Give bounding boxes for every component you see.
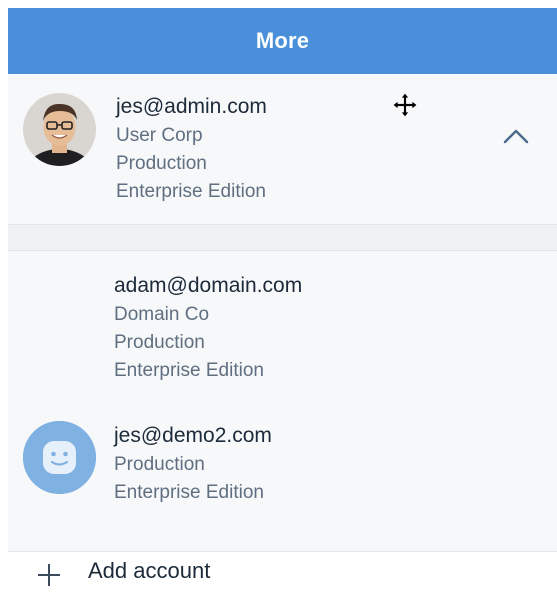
account-edition: Enterprise Edition <box>114 482 264 503</box>
avatar <box>23 93 96 166</box>
account-edition: Enterprise Edition <box>116 181 266 202</box>
account-org: Domain Co <box>114 304 210 325</box>
account-item[interactable]: adam@domain.com Domain Co Production Ent… <box>8 250 557 402</box>
chevron-up-icon[interactable] <box>501 124 531 148</box>
accounts-panel: jes@admin.com User Corp Production Enter… <box>8 74 557 606</box>
account-email: adam@domain.com <box>114 274 303 297</box>
account-environment: Production <box>116 153 207 174</box>
account-email: jes@admin.com <box>116 95 267 118</box>
account-details: adam@domain.com Domain Co Production Ent… <box>114 271 302 385</box>
section-divider <box>8 225 557 250</box>
add-account-label: Add account <box>88 558 211 583</box>
account-environment: Production <box>114 454 205 475</box>
account-details: jes@demo2.com Production Enterprise Edit… <box>114 421 272 507</box>
page-title: More <box>255 28 310 53</box>
add-account-button[interactable]: Add account <box>8 552 557 606</box>
account-email: jes@demo2.com <box>114 424 272 447</box>
header-bar: More <box>8 8 557 74</box>
account-item-active[interactable]: jes@admin.com User Corp Production Enter… <box>8 74 557 225</box>
more-screen: More jes@admin.com User Corp Production … <box>0 0 557 606</box>
account-edition: Enterprise Edition <box>114 360 264 381</box>
account-item[interactable]: jes@demo2.com Production Enterprise Edit… <box>8 401 557 552</box>
move-cursor-icon <box>392 92 418 118</box>
account-environment: Production <box>114 332 205 353</box>
user-photo-icon <box>23 93 96 166</box>
account-org: User Corp <box>116 125 203 146</box>
avatar <box>23 421 96 494</box>
plus-icon <box>38 564 60 586</box>
smiley-avatar-icon <box>23 421 96 494</box>
account-details: jes@admin.com User Corp Production Enter… <box>116 92 267 206</box>
